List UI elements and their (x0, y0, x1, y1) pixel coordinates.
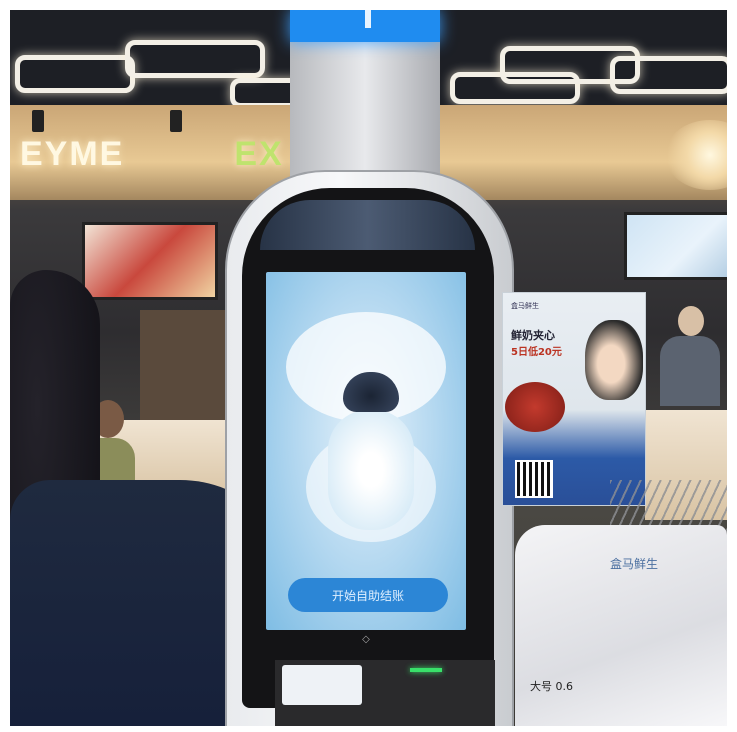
pendant-lamp (32, 110, 44, 132)
menu-tv-right-screen (627, 215, 727, 277)
back-shelf (140, 310, 230, 430)
staff-body (660, 336, 720, 406)
poster-subheadline: 5日低20元 (511, 347, 562, 358)
kiosk-instruction-card (282, 665, 362, 705)
pendant-lamp (170, 110, 182, 132)
kiosk-light-indicator (365, 10, 371, 28)
poster-fruit (505, 382, 565, 432)
mascot-body (328, 410, 414, 530)
start-checkout-button[interactable]: 开始自助结账 (288, 578, 448, 612)
kiosk-logo-icon: ◇ (362, 634, 370, 645)
menu-tv-left-screen (85, 225, 215, 297)
store-sign-suffix: EX (234, 135, 284, 173)
store-sign-text: EYME (20, 135, 125, 173)
menu-tv-right (624, 212, 727, 280)
bag-brand: 盒马鲜生 (610, 557, 659, 571)
bag-size-label: 大号 0.6 (530, 680, 573, 693)
kiosk-top-graphic (260, 200, 475, 250)
poster-model (585, 320, 643, 400)
ceiling-light (15, 55, 135, 93)
store-sign: EYME EX (20, 135, 284, 174)
menu-tv-left (82, 222, 218, 300)
store-photo: EYME EX 开始自助结账 ◇ 盒马鲜生 鲜奶夹心 5日低20元 盒马鲜生 大… (10, 10, 727, 726)
scanner-status-led (410, 668, 442, 672)
qr-code-icon (515, 460, 553, 498)
poster-brand: 盒马鲜生 (511, 302, 539, 310)
ceiling-light (125, 40, 265, 78)
scene: EYME EX 开始自助结账 ◇ 盒马鲜生 鲜奶夹心 5日低20元 盒马鲜生 大… (0, 0, 737, 732)
poster-headline: 鲜奶夹心 (511, 329, 555, 342)
ceiling-light (610, 56, 727, 94)
staff-member (678, 306, 704, 336)
